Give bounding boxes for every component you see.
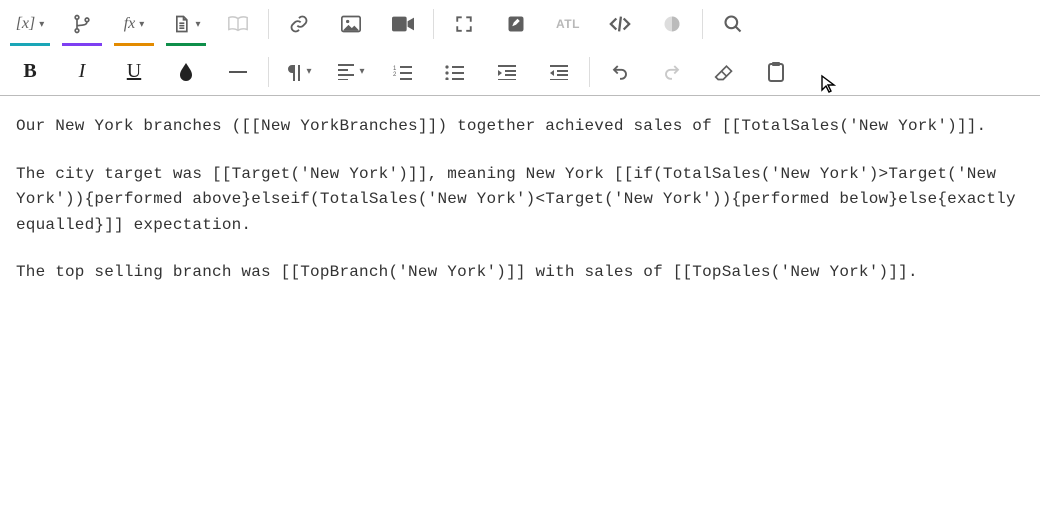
image-icon <box>341 15 361 33</box>
editor-content[interactable]: Our New York branches ([[New YorkBranche… <box>0 96 1040 324</box>
toolbar-row-1: [x] ▾ fx ▾ ▾ <box>0 0 1040 48</box>
fullscreen-icon <box>455 15 473 33</box>
italic-button[interactable]: I <box>56 50 108 94</box>
svg-text:2: 2 <box>393 72 397 78</box>
outdent-button[interactable] <box>533 50 585 94</box>
unordered-list-button[interactable] <box>429 50 481 94</box>
document-button[interactable]: ▾ <box>160 2 212 46</box>
list-ol-icon: 1 2 <box>393 64 413 80</box>
align-button[interactable]: ▾ <box>325 50 377 94</box>
fx-icon: fx <box>124 15 136 33</box>
clipboard-icon <box>768 62 784 82</box>
image-button[interactable] <box>325 2 377 46</box>
branch-button[interactable] <box>56 2 108 46</box>
horizontal-rule-button[interactable] <box>212 50 264 94</box>
function-button[interactable]: fx ▾ <box>108 2 160 46</box>
clipboard-button[interactable] <box>750 50 802 94</box>
search-icon <box>723 14 743 34</box>
eraser-icon <box>714 63 734 81</box>
editor-paragraph: The top selling branch was [[TopBranch('… <box>16 260 1024 286</box>
edit-note-button[interactable] <box>490 2 542 46</box>
ordered-list-button[interactable]: 1 2 <box>377 50 429 94</box>
chevron-down-icon: ▾ <box>306 66 311 77</box>
book-icon <box>227 14 249 34</box>
outdent-icon <box>549 64 569 80</box>
editor-paragraph: Our New York branches ([[New YorkBranche… <box>16 114 1024 140</box>
toolbar-separator <box>268 57 269 87</box>
undo-button[interactable] <box>594 50 646 94</box>
italic-icon: I <box>79 60 86 83</box>
undo-icon <box>610 63 630 81</box>
field-insert-button[interactable]: [x] ▾ <box>4 2 56 46</box>
document-lines-icon <box>171 14 191 34</box>
redo-icon <box>662 63 682 81</box>
code-icon <box>609 15 631 33</box>
book-button[interactable] <box>212 2 264 46</box>
atl-button[interactable]: ATL <box>542 2 594 46</box>
toolbar-separator <box>702 9 703 39</box>
toolbar-row-2: B I U ▾ ▾ <box>0 48 1040 96</box>
list-ul-icon <box>445 64 465 80</box>
bold-button[interactable]: B <box>4 50 56 94</box>
indent-button[interactable] <box>481 50 533 94</box>
atl-icon: ATL <box>556 17 580 31</box>
link-button[interactable] <box>273 2 325 46</box>
video-button[interactable] <box>377 2 429 46</box>
video-icon <box>392 16 414 32</box>
pilcrow-icon <box>286 63 302 81</box>
link-icon <box>289 14 309 34</box>
underline-icon: U <box>127 60 141 83</box>
edit-square-icon <box>507 15 525 33</box>
toolbar-separator <box>589 57 590 87</box>
fullscreen-button[interactable] <box>438 2 490 46</box>
search-button[interactable] <box>707 2 759 46</box>
code-button[interactable] <box>594 2 646 46</box>
toolbar-separator <box>268 9 269 39</box>
horizontal-rule-icon <box>229 71 247 73</box>
field-icon: [x] <box>16 15 36 33</box>
underline-button[interactable]: U <box>108 50 160 94</box>
editor-paragraph: The city target was [[Target('New York')… <box>16 162 1024 239</box>
toolbar: [x] ▾ fx ▾ ▾ <box>0 0 1040 96</box>
align-left-icon <box>337 64 355 80</box>
eraser-button[interactable] <box>698 50 750 94</box>
indent-icon <box>497 64 517 80</box>
git-branch-icon <box>72 14 92 34</box>
color-button[interactable] <box>160 50 212 94</box>
redo-button[interactable] <box>646 50 698 94</box>
chevron-down-icon: ▾ <box>139 19 144 30</box>
circle-half-button[interactable] <box>646 2 698 46</box>
paragraph-button[interactable]: ▾ <box>273 50 325 94</box>
chevron-down-icon: ▾ <box>359 66 364 77</box>
ink-drop-icon <box>178 62 194 82</box>
contrast-icon <box>663 15 681 33</box>
toolbar-separator <box>433 9 434 39</box>
chevron-down-icon: ▾ <box>195 19 200 30</box>
bold-icon: B <box>23 60 36 83</box>
chevron-down-icon: ▾ <box>39 19 44 30</box>
